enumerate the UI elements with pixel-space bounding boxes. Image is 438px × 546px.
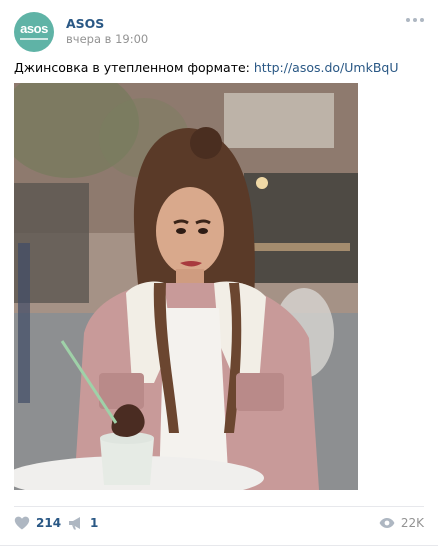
photo-illustration xyxy=(14,83,358,490)
shares-count: 1 xyxy=(90,516,99,530)
author-name[interactable]: ASOS xyxy=(66,16,104,31)
views: 22K xyxy=(379,516,424,530)
post-text-prefix: Джинсовка в утепленном формате: xyxy=(14,60,254,75)
more-dots-icon[interactable] xyxy=(406,18,424,24)
share-button[interactable]: 1 xyxy=(68,516,98,530)
heart-icon xyxy=(14,516,30,530)
post-link[interactable]: http://asos.do/UmkBqU xyxy=(254,60,399,75)
likes-count: 214 xyxy=(36,516,62,530)
avatar-logo: asos xyxy=(20,21,48,36)
post-photo[interactable] xyxy=(14,83,358,490)
eye-icon xyxy=(379,518,395,528)
post-time[interactable]: вчера в 19:00 xyxy=(66,32,148,46)
avatar-logo-underline xyxy=(20,38,48,40)
post-text: Джинсовка в утепленном формате: http://a… xyxy=(14,60,399,75)
avatar[interactable]: asos xyxy=(14,12,54,52)
divider xyxy=(14,506,424,507)
share-megaphone-icon xyxy=(69,517,80,530)
like-button[interactable]: 214 xyxy=(14,516,61,530)
post: asos ASOS вчера в 19:00 Джинсовка в утеп… xyxy=(0,0,438,546)
views-count: 22K xyxy=(400,516,424,530)
